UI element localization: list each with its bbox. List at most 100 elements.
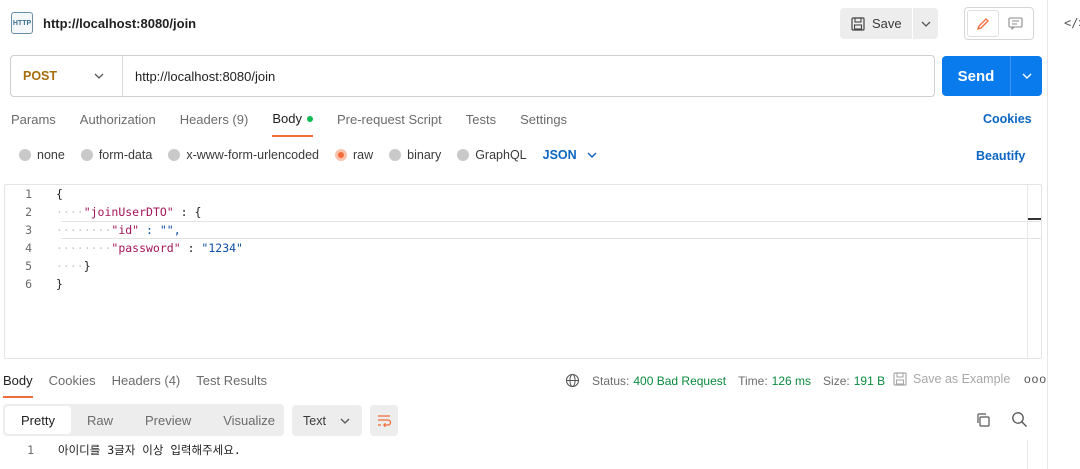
code-line: 1 {: [0, 185, 63, 203]
radio-icon: [19, 149, 31, 161]
code-snippet-icon[interactable]: </>: [1064, 16, 1080, 30]
code-line: 6 }: [0, 275, 63, 293]
json-key: "joinUserDTO": [83, 205, 174, 219]
option-label: x-www-form-urlencoded: [186, 148, 319, 162]
wrap-lines-icon: [378, 414, 392, 427]
raw-format-label: JSON: [542, 148, 577, 162]
url-bar: POST: [10, 55, 935, 97]
response-status-bar: Status: 400 Bad Request Time: 126 ms Size:…: [565, 373, 897, 388]
body-option-binary[interactable]: binary: [389, 148, 441, 162]
body-option-urlencoded[interactable]: x-www-form-urlencoded: [168, 148, 319, 162]
size-value: 191 B: [853, 373, 886, 388]
response-tab-body[interactable]: Body: [3, 373, 33, 398]
send-button-group: Send: [942, 56, 1042, 96]
radio-selected-icon: [335, 149, 347, 161]
option-label: form-data: [98, 148, 153, 162]
response-body-text: 아이디를 3글자 이상 입력해주세요.: [58, 443, 241, 457]
code-text: ········"password" : "1234": [56, 241, 243, 255]
tab-headers[interactable]: Headers (9): [180, 111, 249, 137]
body-active-dot-icon: [306, 115, 313, 122]
response-format-tabs: Pretty Raw Preview Visualize: [3, 404, 284, 436]
send-button[interactable]: Send: [942, 56, 1010, 96]
code-line: 5 ····}: [0, 257, 91, 275]
radio-icon: [457, 149, 470, 161]
save-button[interactable]: Save: [840, 8, 912, 39]
code-line: 2 ····"joinUserDTO" : {: [0, 203, 201, 221]
copy-icon[interactable]: [975, 412, 991, 428]
response-type-label: Text: [303, 413, 326, 428]
json-key: "password": [111, 241, 181, 255]
radio-icon: [168, 149, 181, 161]
line-number: 1: [25, 187, 32, 201]
tab-pre-request-script[interactable]: Pre-request Script: [337, 111, 442, 137]
format-tab-preview[interactable]: Preview: [129, 406, 207, 434]
response-tab-test-results[interactable]: Test Results: [196, 373, 267, 398]
format-tab-pretty[interactable]: Pretty: [5, 406, 71, 434]
scrollbar-cursor-marker: [1028, 218, 1041, 220]
url-input[interactable]: [123, 68, 934, 84]
chevron-down-icon: [94, 73, 104, 79]
comment-icon: [1007, 17, 1023, 30]
response-type-select[interactable]: Text: [292, 405, 362, 436]
edit-mode-button[interactable]: [967, 10, 999, 37]
code-line: 3 ········"id" : "",: [0, 221, 181, 239]
status-item[interactable]: Status: 400 Bad Request: [592, 374, 726, 388]
option-label: GraphQL: [475, 148, 527, 162]
response-tab-headers[interactable]: Headers (4): [112, 373, 181, 398]
right-panel-divider: [1047, 0, 1048, 469]
option-label: binary: [407, 148, 442, 162]
line-number: 4: [25, 241, 32, 255]
line-number: 2: [25, 205, 32, 219]
request-title[interactable]: http://localhost:8080/join: [43, 16, 196, 31]
time-value: 126 ms: [771, 373, 812, 388]
tab-tests[interactable]: Tests: [466, 111, 496, 137]
code-text: ····"joinUserDTO" : {: [56, 205, 202, 219]
save-icon: [851, 16, 865, 31]
wrap-lines-button[interactable]: [370, 405, 398, 436]
time-item[interactable]: Time: 126 ms: [738, 374, 811, 388]
current-line-highlight: [61, 221, 1041, 239]
tab-body[interactable]: Body: [272, 111, 313, 137]
pencil-icon: [976, 17, 989, 30]
size-label: Size:: [823, 373, 850, 388]
tab-body-label: Body: [272, 111, 302, 126]
save-as-example-button[interactable]: Save as Example: [893, 372, 1010, 386]
response-scrollbar[interactable]: [1027, 440, 1041, 469]
size-item[interactable]: Size: 191 B: [823, 374, 885, 388]
save-label: Save: [872, 16, 902, 31]
option-label: none: [37, 148, 65, 162]
radio-icon: [389, 149, 402, 161]
body-option-graphql[interactable]: GraphQL: [457, 148, 527, 162]
tab-settings[interactable]: Settings: [520, 111, 567, 137]
save-dropdown-chevron-icon[interactable]: [913, 8, 938, 39]
format-tab-raw[interactable]: Raw: [71, 406, 129, 434]
http-request-icon: HTTP: [11, 12, 33, 34]
body-option-form-data[interactable]: form-data: [80, 148, 153, 162]
body-option-none[interactable]: none: [19, 148, 65, 162]
editor-scrollbar[interactable]: [1027, 185, 1041, 358]
response-tab-cookies[interactable]: Cookies: [49, 373, 96, 398]
save-button-group: Save: [840, 8, 938, 39]
option-label: raw: [353, 148, 374, 162]
request-tabs: Params Authorization Headers (9) Body Pr…: [11, 111, 591, 137]
documentation-mode-button[interactable]: [999, 10, 1031, 37]
json-key: "id": [111, 223, 140, 237]
method-select[interactable]: POST: [11, 56, 123, 96]
code-text: ····}: [56, 259, 91, 273]
code-text: {: [56, 187, 63, 201]
save-as-example-label: Save as Example: [913, 372, 1011, 386]
beautify-link[interactable]: Beautify: [976, 149, 1025, 163]
raw-format-select[interactable]: JSON: [543, 148, 597, 162]
body-option-raw[interactable]: raw: [335, 148, 373, 162]
cookies-link[interactable]: Cookies: [983, 112, 1032, 126]
format-tab-visualize[interactable]: Visualize: [207, 406, 291, 434]
search-icon[interactable]: [1011, 411, 1028, 428]
method-label: POST: [23, 69, 58, 83]
json-punct: : {: [173, 205, 202, 219]
more-options-icon[interactable]: ooo: [1024, 372, 1047, 386]
send-dropdown-chevron-icon[interactable]: [1011, 56, 1042, 96]
globe-icon[interactable]: [565, 373, 580, 388]
view-mode-toggle: [964, 7, 1034, 40]
tab-authorization[interactable]: Authorization: [80, 111, 156, 137]
tab-params[interactable]: Params: [11, 111, 56, 137]
